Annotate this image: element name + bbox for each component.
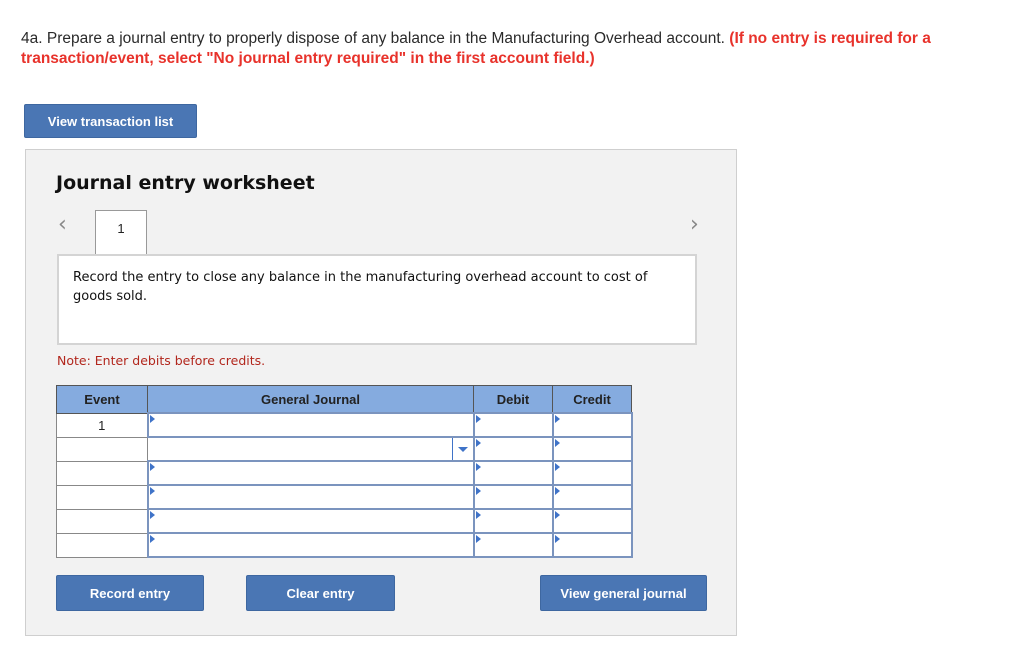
journal-entry-worksheet-panel: Journal entry worksheet ‹ 1 › Record the… — [25, 149, 737, 636]
event-cell — [56, 436, 148, 462]
table-row — [56, 436, 633, 462]
input-marker-icon — [475, 511, 481, 519]
credit-input[interactable] — [551, 460, 633, 486]
input-marker-icon — [475, 415, 481, 423]
header-event: Event — [56, 385, 148, 414]
chevron-right-icon[interactable]: › — [690, 212, 699, 237]
input-marker-icon — [149, 463, 155, 471]
account-input[interactable] — [147, 436, 474, 462]
input-marker-icon — [554, 511, 560, 519]
entry-description: Record the entry to close any balance in… — [57, 254, 697, 345]
table-row: 1 — [56, 412, 633, 438]
input-marker-icon — [554, 415, 560, 423]
journal-table: Event General Journal Debit Credit 1 — [56, 385, 633, 558]
event-cell — [56, 508, 148, 534]
dropdown-arrow-icon[interactable] — [451, 438, 473, 460]
credit-input[interactable] — [551, 412, 633, 438]
view-transaction-list-button[interactable]: View transaction list — [24, 104, 197, 138]
table-row — [56, 484, 633, 510]
debit-input[interactable] — [472, 436, 554, 462]
debit-input[interactable] — [472, 484, 554, 510]
header-credit: Credit — [552, 385, 632, 414]
chevron-left-icon[interactable]: ‹ — [58, 212, 67, 237]
input-marker-icon — [554, 439, 560, 447]
account-input[interactable] — [146, 508, 475, 534]
account-input[interactable] — [146, 484, 475, 510]
event-cell — [56, 484, 148, 510]
debit-input[interactable] — [472, 412, 554, 438]
input-marker-icon — [149, 511, 155, 519]
input-marker-icon — [475, 463, 481, 471]
record-entry-button[interactable]: Record entry — [56, 575, 204, 611]
credit-input[interactable] — [551, 508, 633, 534]
header-general-journal: General Journal — [147, 385, 474, 414]
table-row — [56, 460, 633, 486]
question-text: 4a. Prepare a journal entry to properly … — [21, 29, 1016, 69]
event-cell — [56, 532, 148, 558]
event-cell: 1 — [56, 412, 148, 438]
entry-note: Note: Enter debits before credits. — [57, 353, 266, 368]
table-row — [56, 532, 633, 558]
credit-input[interactable] — [551, 532, 633, 558]
input-marker-icon — [554, 487, 560, 495]
credit-input[interactable] — [551, 484, 633, 510]
debit-input[interactable] — [472, 532, 554, 558]
debit-input[interactable] — [472, 460, 554, 486]
input-marker-icon — [554, 535, 560, 543]
worksheet-title: Journal entry worksheet — [56, 172, 315, 194]
clear-entry-button[interactable]: Clear entry — [246, 575, 395, 611]
input-marker-icon — [149, 487, 155, 495]
account-input[interactable] — [146, 460, 475, 486]
tab-entry-1[interactable]: 1 — [95, 210, 147, 254]
input-marker-icon — [475, 535, 481, 543]
credit-input[interactable] — [551, 436, 633, 462]
input-marker-icon — [475, 487, 481, 495]
debit-input[interactable] — [472, 508, 554, 534]
event-cell — [56, 460, 148, 486]
input-marker-icon — [149, 535, 155, 543]
table-row — [56, 508, 633, 534]
input-marker-icon — [475, 439, 481, 447]
view-general-journal-button[interactable]: View general journal — [540, 575, 707, 611]
header-debit: Debit — [473, 385, 553, 414]
question-prompt: 4a. Prepare a journal entry to properly … — [21, 30, 725, 47]
input-marker-icon — [149, 415, 155, 423]
input-marker-icon — [554, 463, 560, 471]
account-input[interactable] — [146, 412, 475, 438]
account-input[interactable] — [146, 532, 475, 558]
